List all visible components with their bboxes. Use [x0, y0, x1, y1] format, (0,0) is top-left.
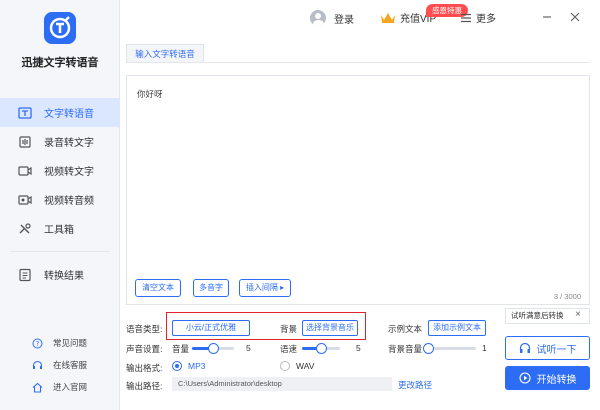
login-button[interactable]: 登录	[310, 10, 354, 26]
recording-icon	[18, 135, 32, 149]
video-audio-icon	[18, 193, 32, 207]
listen-label: 试听一下	[536, 344, 577, 356]
link-label: 在线客服	[53, 360, 88, 370]
speed-label: 语速	[280, 344, 298, 354]
link-label: 进入官网	[53, 382, 88, 392]
add-sample-text-button[interactable]: 添加示例文本	[428, 320, 486, 336]
headphones-icon	[519, 342, 530, 353]
top-bar: 登录 充值VIP 感恩特惠 更多	[120, 0, 600, 38]
sidebar-item-label: 录音转文字	[44, 138, 94, 149]
link-label: 常见问题	[53, 338, 88, 348]
more-menu-button[interactable]: 更多	[460, 10, 496, 25]
sound-settings-label: 声音设置:	[126, 344, 163, 354]
home-icon	[32, 382, 43, 393]
more-label: 更多	[476, 14, 496, 25]
sidebar-item-recording-to-text[interactable]: 录音转文字	[0, 127, 120, 156]
close-icon[interactable]: ×	[575, 309, 581, 320]
output-path-label: 输出路径:	[126, 381, 163, 391]
volume-label: 音量	[172, 344, 190, 354]
radio-dot	[172, 361, 182, 371]
bg-volume-label: 背景音量	[388, 344, 423, 354]
minimize-icon[interactable]	[540, 10, 554, 24]
radio-label: MP3	[188, 361, 206, 371]
text-input-area[interactable]: 你好呀 清空文本 多音字 插入间隔 ▸ 3 / 3000	[126, 75, 590, 305]
slider-handle[interactable]	[422, 343, 434, 354]
sidebar-item-label: 转换结果	[44, 271, 84, 282]
start-label: 开始转换	[536, 374, 577, 386]
help-icon: ?	[32, 338, 43, 349]
sidebar-item-label: 文字转语音	[44, 109, 94, 120]
radio-dot	[280, 361, 290, 371]
video-icon	[18, 164, 32, 178]
sample-text-label: 示例文本	[388, 324, 423, 334]
input-text[interactable]: 你好呀	[137, 88, 163, 100]
sidebar-item-results[interactable]: 转换结果	[0, 260, 120, 289]
output-format-label: 输出格式:	[126, 363, 163, 373]
sidebar-item-text-to-speech[interactable]: 文字转语音	[0, 98, 120, 127]
sidebar-item-label: 视频转文字	[44, 167, 94, 178]
play-icon	[518, 372, 531, 384]
slider-handle[interactable]	[315, 343, 327, 354]
bg-volume-value: 1	[482, 343, 487, 353]
format-wav-radio[interactable]: WAV	[280, 361, 314, 371]
app-logo-icon	[44, 12, 76, 44]
sidebar-item-toolbox[interactable]: 工具箱	[0, 214, 120, 243]
output-path-field[interactable]: C:\Users\Administrator\desktop	[172, 377, 392, 391]
sidebar-nav: 文字转语音 录音转文字 视频转文字 视频转音频 工具箱 转换结果	[0, 98, 120, 289]
sidebar: 迅捷文字转语音 文字转语音 录音转文字 视频转文字 视频转音频 工具箱 转换结果…	[0, 0, 120, 410]
results-icon	[18, 268, 32, 282]
start-convert-button[interactable]: 开始转换	[505, 366, 590, 390]
sidebar-item-label: 工具箱	[44, 225, 74, 236]
listen-button[interactable]: 试听一下	[505, 336, 590, 360]
sidebar-item-video-to-audio[interactable]: 视频转音频	[0, 185, 120, 214]
clear-text-button[interactable]: 清空文本	[135, 279, 181, 297]
sidebar-item-video-to-text[interactable]: 视频转文字	[0, 156, 120, 185]
change-path-link[interactable]: 更改路径	[398, 379, 432, 391]
close-icon[interactable]	[568, 10, 582, 24]
link-faq[interactable]: ? 常见问题	[0, 332, 120, 354]
link-website[interactable]: 进入官网	[0, 376, 120, 398]
speed-slider[interactable]	[302, 343, 340, 354]
insert-pause-button[interactable]: 插入间隔 ▸	[239, 279, 291, 297]
radio-label: WAV	[296, 361, 315, 371]
volume-slider[interactable]	[192, 343, 234, 354]
svg-text:?: ?	[36, 340, 40, 348]
highlight-box	[166, 312, 366, 340]
menu-icon	[461, 13, 471, 22]
speed-value: 5	[356, 343, 361, 353]
toolbox-icon	[18, 222, 32, 236]
crown-icon	[381, 12, 395, 23]
character-counter: 3 / 3000	[553, 292, 581, 301]
divider	[10, 251, 110, 252]
avatar-icon	[310, 10, 326, 26]
headset-icon	[32, 360, 43, 371]
slider-handle[interactable]	[207, 343, 219, 354]
sidebar-item-label: 视频转音频	[44, 196, 94, 207]
text-to-speech-icon	[18, 106, 32, 120]
volume-value: 5	[246, 343, 251, 353]
bg-volume-slider[interactable]	[422, 343, 476, 354]
polyphone-button[interactable]: 多音字	[193, 279, 229, 297]
login-label: 登录	[334, 14, 354, 26]
link-customer-service[interactable]: 在线客服	[0, 354, 120, 376]
voice-type-label: 语音类型:	[126, 324, 163, 334]
app-name: 迅捷文字转语音	[21, 57, 99, 69]
divider	[126, 62, 590, 63]
format-mp3-radio[interactable]: MP3	[172, 361, 205, 371]
tab-text-to-speech[interactable]: 输入文字转语音	[126, 44, 204, 62]
sidebar-bottom-links: ? 常见问题 在线客服 进入官网	[0, 332, 120, 398]
